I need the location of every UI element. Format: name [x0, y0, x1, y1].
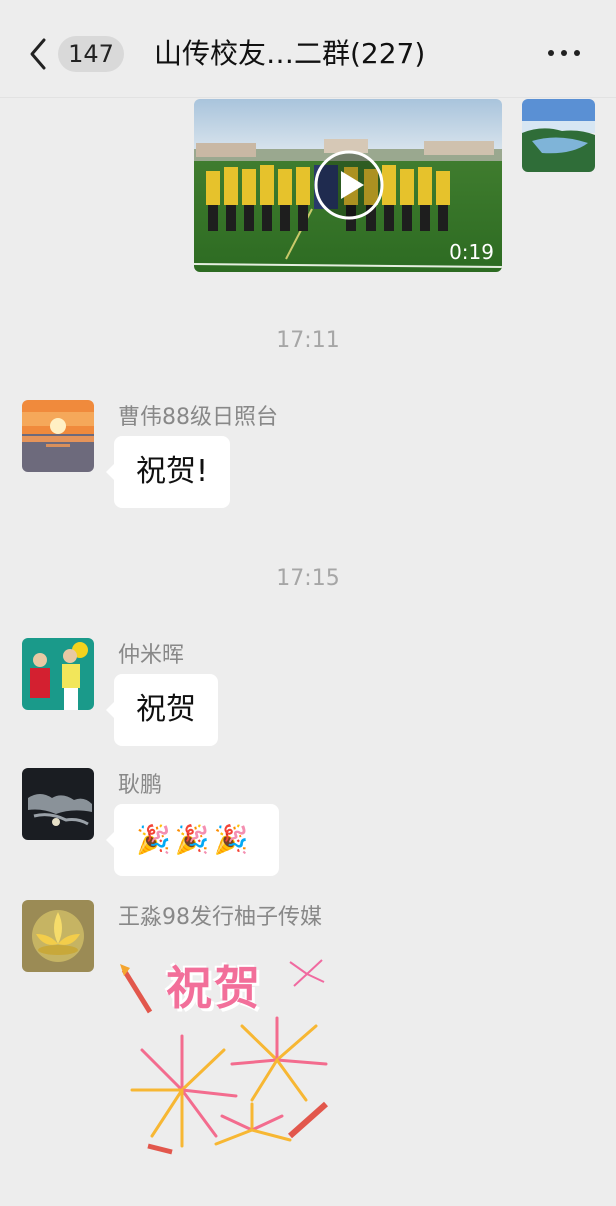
sender-name: 耿鹏 — [118, 773, 163, 798]
unread-count-badge[interactable]: 147 — [58, 36, 124, 72]
chat-title: 山传校友…二群(227) — [154, 37, 426, 70]
avatar-children[interactable] — [22, 638, 94, 710]
golden-lotus-avatar-image — [22, 900, 94, 972]
party-popper-emoji: 🎉🎉🎉 — [136, 823, 253, 856]
avatar-sunset[interactable] — [22, 400, 94, 472]
message-bubble[interactable]: 祝贺 — [106, 674, 218, 746]
message-bubble[interactable]: 祝贺! — [105, 436, 231, 508]
chat-header: 147 山传校友…二群(227) — [0, 0, 616, 98]
children-avatar-image — [22, 638, 94, 710]
night-sky-avatar-image — [22, 768, 94, 840]
play-icon[interactable] — [313, 149, 385, 221]
video-duration: 0:19 — [449, 240, 494, 264]
sender-avatar-self[interactable] — [522, 99, 595, 172]
timestamp: 17:11 — [276, 328, 340, 353]
avatar-lotus[interactable] — [22, 900, 94, 972]
sender-name: 仲米晖 — [118, 643, 185, 668]
sunset-avatar-image — [22, 400, 94, 472]
timestamp: 17:15 — [276, 566, 340, 591]
lake-landscape-image — [522, 99, 595, 172]
sender-name: 曹伟88级日照台 — [118, 405, 278, 430]
chat-screen: 147 山传校友…二群(227) 0:19 17:11 曹伟88级日照台 祝贺!… — [0, 0, 616, 1206]
sender-name: 王淼98发行柚子传媒 — [118, 905, 322, 930]
video-message[interactable]: 0:19 — [194, 99, 502, 272]
congratulations-sticker[interactable]: 祝贺 — [112, 940, 342, 1160]
sticker-text: 祝贺 — [166, 961, 262, 1015]
avatar-night-sky[interactable] — [22, 768, 94, 840]
message-bubble[interactable]: 🎉🎉🎉 — [106, 804, 279, 876]
more-options-icon[interactable] — [546, 44, 582, 64]
back-arrow-icon[interactable] — [26, 36, 52, 72]
